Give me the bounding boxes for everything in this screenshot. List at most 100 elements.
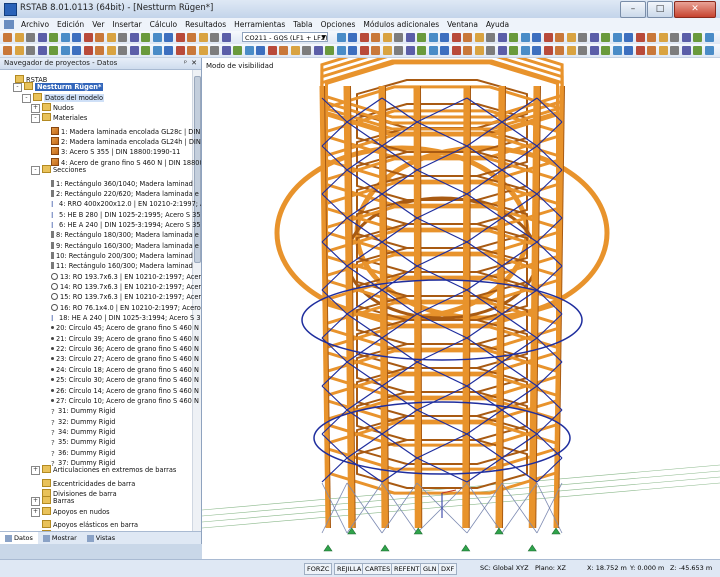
toolbar-icon[interactable] bbox=[83, 33, 93, 42]
toolbar-icon[interactable] bbox=[129, 46, 139, 55]
toolbar-icon[interactable] bbox=[555, 33, 564, 42]
toolbar-icon[interactable] bbox=[3, 33, 12, 42]
close-panel-icon[interactable]: ✕ bbox=[191, 58, 197, 69]
model-viewport[interactable]: Modo de visibilidad bbox=[202, 58, 720, 559]
expand-icon[interactable]: + bbox=[31, 497, 40, 507]
toolbar-icon[interactable] bbox=[382, 46, 392, 55]
toolbar-icon[interactable] bbox=[49, 46, 58, 55]
tree-item[interactable]: 14: RO 139.7x6.3 | EN 10210-2:1997; Acer… bbox=[0, 279, 201, 291]
toolbar-icon[interactable] bbox=[417, 46, 426, 55]
toolbar-icon[interactable] bbox=[451, 46, 461, 55]
tree-item[interactable]: 23: Círculo 27; Acero de grano fino S 46… bbox=[0, 351, 199, 363]
tree-item[interactable]: ? 31: Dummy Rigid bbox=[0, 403, 115, 416]
document-icon[interactable] bbox=[4, 20, 14, 29]
toolbar-icon[interactable] bbox=[336, 46, 346, 55]
toolbar-icon[interactable] bbox=[509, 33, 518, 42]
toolbar-icon[interactable] bbox=[693, 33, 702, 42]
toolbar-icon[interactable] bbox=[95, 46, 104, 55]
toolbar-icon[interactable] bbox=[382, 33, 392, 42]
tree-item[interactable]: + Apoyos en nudos bbox=[0, 506, 110, 517]
toolbar-icon[interactable] bbox=[520, 46, 530, 55]
menu-item-5[interactable]: Resultados bbox=[181, 20, 230, 29]
toolbar-icon[interactable] bbox=[578, 46, 587, 55]
toolbar-icon[interactable] bbox=[624, 46, 633, 55]
toolbar-icon[interactable] bbox=[141, 46, 150, 55]
toolbar-icon[interactable] bbox=[463, 46, 472, 55]
toolbar-icon[interactable] bbox=[210, 33, 219, 42]
toolbar-icon[interactable] bbox=[3, 46, 12, 55]
toolbar-icon[interactable] bbox=[336, 33, 346, 42]
tree-item[interactable]: ? 32: Dummy Rigid bbox=[0, 414, 115, 427]
toolbar-icon[interactable] bbox=[221, 46, 231, 55]
toolbar-icon[interactable] bbox=[589, 33, 599, 42]
tree-item[interactable]: 16: RO 76.1x4.0 | EN 10210-2:1997; Acero… bbox=[0, 300, 201, 312]
toolbar-icon[interactable] bbox=[555, 46, 564, 55]
tree-item[interactable]: 4: Acero de grano fino S 460 N | DIN 188… bbox=[0, 155, 201, 167]
expand-icon[interactable]: + bbox=[31, 104, 40, 114]
toolbar-icon[interactable] bbox=[520, 33, 530, 42]
tree-item[interactable]: 15: RO 139.7x6.3 | EN 10210-2:1997; Acer… bbox=[0, 289, 201, 301]
toolbar-icon[interactable] bbox=[543, 33, 553, 42]
menu-item-10[interactable]: Ventana bbox=[443, 20, 482, 29]
status-toggle-cartes[interactable]: CARTES bbox=[362, 563, 394, 575]
toolbar-icon[interactable] bbox=[175, 33, 185, 42]
menu-item-9[interactable]: Módulos adicionales bbox=[359, 20, 443, 29]
toolbar-icon[interactable] bbox=[417, 33, 426, 42]
tree-item[interactable]: 9: Rectángulo 160/300; Madera laminada e bbox=[0, 238, 199, 250]
tower-model-3d[interactable] bbox=[202, 58, 720, 559]
menu-item-3[interactable]: Insertar bbox=[108, 20, 145, 29]
menu-item-1[interactable]: Edición bbox=[53, 20, 88, 29]
tree-item[interactable]: I 6: HE A 240 | DIN 1025-3:1994; Acero S … bbox=[0, 217, 201, 230]
toolbar-icon[interactable] bbox=[497, 33, 507, 42]
tree-item[interactable]: + Nudos bbox=[0, 103, 74, 114]
toolbar-icon[interactable] bbox=[566, 46, 576, 55]
toolbar-icon[interactable] bbox=[348, 33, 357, 42]
toolbar-icon[interactable] bbox=[486, 33, 495, 42]
toolbar-icon[interactable] bbox=[233, 46, 242, 55]
toolbar-icon[interactable] bbox=[72, 46, 81, 55]
toolbar-icon[interactable] bbox=[256, 46, 265, 55]
tree-item[interactable]: 1: Madera laminada encolada GL28c | DIN bbox=[0, 124, 200, 136]
toolbar-icon[interactable] bbox=[106, 46, 116, 55]
toolbar-icon[interactable] bbox=[175, 46, 185, 55]
toolbar-icon[interactable] bbox=[601, 33, 610, 42]
tree-item[interactable]: - Materiales bbox=[0, 113, 87, 124]
toolbar-icon[interactable] bbox=[152, 33, 162, 42]
toolbar-icon[interactable] bbox=[348, 46, 357, 55]
toolbar-icon[interactable] bbox=[670, 33, 679, 42]
expand-icon[interactable]: + bbox=[31, 507, 40, 517]
tree-item[interactable]: + Barras bbox=[0, 496, 74, 507]
toolbar-icon[interactable] bbox=[428, 33, 438, 42]
menu-item-8[interactable]: Opciones bbox=[317, 20, 360, 29]
toolbar-icon[interactable] bbox=[566, 33, 576, 42]
status-toggle-refent[interactable]: REFENT bbox=[391, 563, 423, 575]
status-toggle-dxf[interactable]: DXF bbox=[438, 563, 458, 575]
toolbar-icon[interactable] bbox=[670, 46, 679, 55]
toolbar-icon[interactable] bbox=[267, 46, 277, 55]
tree-item[interactable]: 8: Rectángulo 180/300; Madera laminada e bbox=[0, 227, 199, 239]
tree-item[interactable]: - Secciones bbox=[0, 165, 86, 176]
toolbar-icon[interactable] bbox=[532, 33, 541, 42]
menu-item-0[interactable]: Archivo bbox=[17, 20, 53, 29]
toolbar-icon[interactable] bbox=[60, 46, 70, 55]
toolbar-icon[interactable] bbox=[601, 46, 610, 55]
tree-item[interactable]: ? 35: Dummy Rigid bbox=[0, 434, 115, 447]
toolbar-icon[interactable] bbox=[129, 33, 139, 42]
tree-item[interactable]: 2: Madera laminada encolada GL24h | DIN bbox=[0, 134, 201, 146]
toolbar-icon[interactable] bbox=[210, 46, 219, 55]
tree-item[interactable]: 25: Círculo 30; Acero de grano fino S 46… bbox=[0, 372, 199, 384]
menu-item-2[interactable]: Ver bbox=[88, 20, 108, 29]
tree-item[interactable]: ? 34: Dummy Rigid bbox=[0, 424, 115, 437]
toolbar-icon[interactable] bbox=[279, 46, 288, 55]
toolbar-icon[interactable] bbox=[612, 46, 622, 55]
tree-item[interactable]: + Articulaciones en extremos de barras bbox=[0, 465, 176, 476]
toolbar-icon[interactable] bbox=[497, 46, 507, 55]
menu-item-11[interactable]: Ayuda bbox=[482, 20, 513, 29]
toolbar-icon[interactable] bbox=[244, 46, 254, 55]
toolbar-icon[interactable] bbox=[198, 46, 208, 55]
tree-item[interactable]: 26: Círculo 14; Acero de grano fino S 46… bbox=[0, 383, 199, 395]
toolbar-icon[interactable] bbox=[578, 33, 587, 42]
tree-item[interactable]: I 5: HE B 280 | DIN 1025-2:1995; Acero S … bbox=[0, 207, 201, 220]
tree-item[interactable]: 27: Círculo 10; Acero de grano fino S 46… bbox=[0, 393, 199, 405]
load-case-select[interactable]: CO211 - GQS (LF1 + LF2) ▼ bbox=[242, 32, 328, 42]
